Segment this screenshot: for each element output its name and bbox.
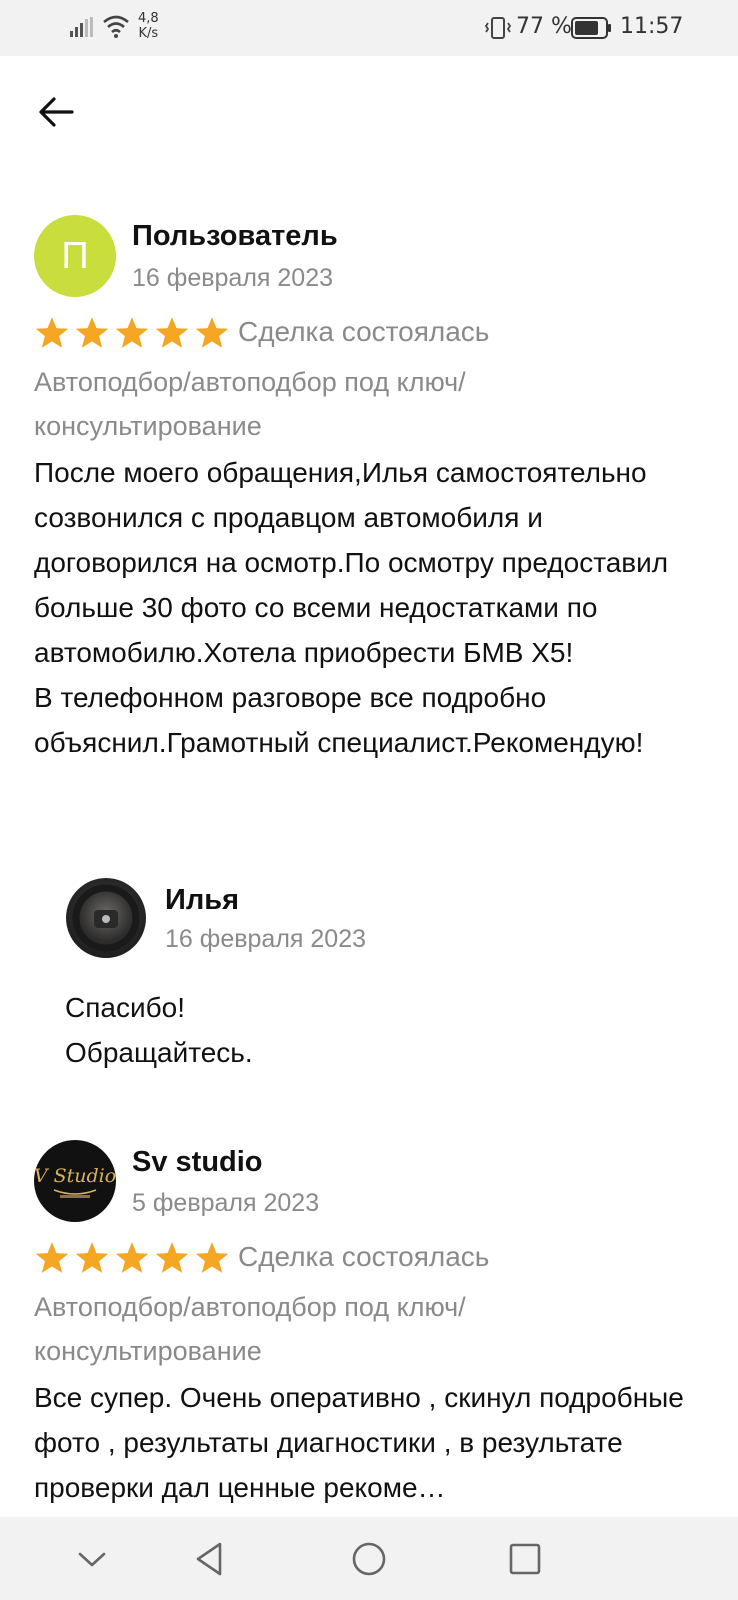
star-icon	[155, 1242, 189, 1273]
back-triangle-icon[interactable]	[188, 1537, 232, 1581]
avatar[interactable]: V Studio	[34, 1140, 116, 1222]
review-text: После моего обращения,Илья самостоятельн…	[34, 457, 669, 758]
status-bar: 4,8 K/s 77 % 11:57	[0, 0, 738, 56]
wifi-icon	[103, 15, 129, 38]
chevron-down-icon[interactable]	[70, 1537, 114, 1581]
service-category: Автоподбор/автоподбор под ключ/ консульт…	[34, 1292, 466, 1366]
reply-date: 16 февраля 2023	[165, 925, 367, 953]
rating-stars	[34, 1241, 230, 1275]
review-text: Все супер. Очень оперативно , скинул под…	[34, 1382, 684, 1503]
system-nav-bar	[0, 1517, 738, 1600]
review-date: 5 февраля 2023	[132, 1189, 320, 1217]
network-speed: 4,8 K/s	[138, 11, 159, 41]
clock: 11:57	[620, 14, 684, 39]
service-category: Автоподбор/автоподбор под ключ/ консульт…	[34, 367, 466, 441]
star-icon	[35, 317, 69, 348]
star-icon	[155, 317, 189, 348]
reply-avatar[interactable]	[66, 878, 146, 958]
steering-wheel-icon	[72, 884, 140, 952]
home-circle-icon[interactable]	[347, 1537, 391, 1581]
rating-stars	[34, 316, 230, 350]
review-date: 16 февраля 2023	[132, 264, 334, 292]
signal-icon	[70, 17, 93, 37]
author-name[interactable]: Sv studio	[132, 1146, 263, 1179]
arrow-left-icon[interactable]	[36, 92, 76, 132]
studio-logo: V Studio	[34, 1165, 116, 1198]
star-icon	[115, 1242, 149, 1273]
star-icon	[75, 317, 109, 348]
vibrate-icon	[484, 17, 512, 39]
star-icon	[195, 317, 229, 348]
reply-text: Спасибо! Обращайтесь.	[65, 992, 253, 1068]
deal-status: Сделка состоялась	[238, 316, 490, 347]
star-icon	[75, 1242, 109, 1273]
deal-status: Сделка состоялась	[238, 1241, 490, 1272]
avatar[interactable]: П	[34, 215, 116, 297]
reply-author[interactable]: Илья	[165, 884, 239, 917]
star-icon	[35, 1242, 69, 1273]
battery-percent: 77 %	[516, 14, 572, 39]
svg-text:V Studio: V Studio	[34, 1165, 116, 1187]
recents-square-icon[interactable]	[503, 1537, 547, 1581]
author-name[interactable]: Пользователь	[132, 220, 338, 253]
star-icon	[195, 1242, 229, 1273]
battery-icon	[571, 17, 611, 39]
star-icon	[115, 317, 149, 348]
